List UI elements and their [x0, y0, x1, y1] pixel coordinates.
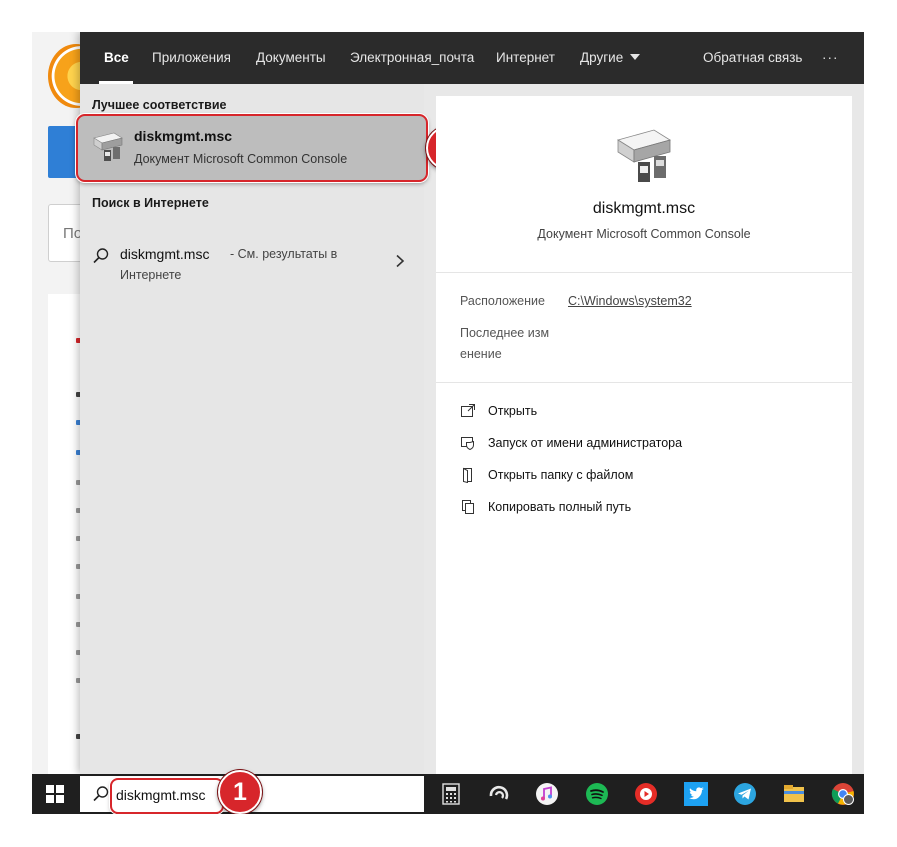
itunes-icon[interactable] [535, 782, 559, 806]
disk-management-icon [90, 130, 124, 164]
modified-label-line1: Последнее изм [460, 326, 549, 340]
action-open-folder-label: Открыть папку с файлом [488, 468, 633, 482]
taskbar: diskmgmt.msc 1 [32, 774, 864, 814]
action-copy-path-label: Копировать полный путь [488, 500, 631, 514]
taskbar-search-text: diskmgmt.msc [116, 787, 205, 803]
search-icon [92, 785, 110, 803]
more-options-button[interactable]: ··· [822, 32, 839, 84]
folder-icon [460, 467, 476, 483]
twitter-icon[interactable] [684, 782, 708, 806]
tab-more[interactable]: Другие [580, 32, 640, 84]
web-search-suffix: - См. результаты в [230, 247, 337, 261]
action-run-as-admin[interactable]: Запуск от имени администратора [460, 434, 840, 454]
feedback-button[interactable]: Обратная связь [703, 32, 802, 84]
action-open-label: Открыть [488, 404, 537, 418]
divider [436, 272, 852, 273]
best-match-title: Лучшее соответствие [92, 98, 226, 112]
best-match-item[interactable]: diskmgmt.msc Документ Microsoft Common C… [76, 114, 428, 182]
windows-start-icon[interactable] [46, 785, 64, 803]
disk-management-large-icon [610, 126, 678, 186]
calculator-icon[interactable] [439, 782, 463, 806]
search-tabs-bar: Все Приложения Документы Электронная_поч… [80, 32, 864, 84]
tab-web[interactable]: Интернет [496, 32, 555, 84]
tab-apps[interactable]: Приложения [152, 32, 231, 84]
tab-more-label: Другие [580, 50, 623, 65]
step-badge-1: 1 [218, 770, 262, 814]
open-icon [460, 403, 476, 419]
action-open[interactable]: Открыть [460, 402, 840, 422]
shield-icon [460, 435, 476, 451]
search-panel: Все Приложения Документы Электронная_поч… [80, 32, 864, 774]
modified-label-line2: енение [460, 347, 502, 361]
details-name: diskmgmt.msc [436, 200, 852, 218]
tab-documents[interactable]: Документы [256, 32, 326, 84]
location-label: Расположение [460, 294, 545, 308]
tab-email[interactable]: Электронная_почта [350, 32, 474, 84]
web-search-suffix-line2: Интернете [120, 268, 181, 282]
best-match-name: diskmgmt.msc [134, 128, 232, 144]
details-description: Документ Microsoft Common Console [436, 227, 852, 241]
telegram-icon[interactable] [733, 782, 757, 806]
web-search-query: diskmgmt.msc [120, 246, 209, 262]
chevron-right-icon [394, 254, 406, 268]
file-explorer-icon[interactable] [782, 782, 806, 806]
edge-icon[interactable] [487, 782, 511, 806]
screenshot-frame: По Все Приложения Документы Электронная_… [32, 32, 864, 814]
details-pane: diskmgmt.msc Документ Microsoft Common C… [436, 96, 852, 774]
youtube-icon[interactable] [634, 782, 658, 806]
chrome-icon[interactable] [831, 782, 855, 806]
results-pane: Лучшее соответствие diskmgmt.msc Докумен… [80, 84, 424, 774]
spotify-icon[interactable] [585, 782, 609, 806]
location-link[interactable]: C:\Windows\system32 [568, 294, 692, 308]
best-match-description: Документ Microsoft Common Console [134, 152, 347, 166]
web-search-title: Поиск в Интернете [92, 196, 209, 210]
chevron-down-icon [630, 54, 640, 60]
action-open-folder[interactable]: Открыть папку с файлом [460, 466, 840, 486]
action-run-as-admin-label: Запуск от имени администратора [488, 436, 682, 450]
divider [436, 382, 852, 383]
action-copy-path[interactable]: Копировать полный путь [460, 498, 840, 518]
copy-icon [460, 499, 476, 515]
search-icon [92, 247, 110, 265]
tab-all[interactable]: Все [104, 32, 129, 84]
web-search-item[interactable]: diskmgmt.msc - См. результаты в Интернет… [80, 244, 424, 294]
